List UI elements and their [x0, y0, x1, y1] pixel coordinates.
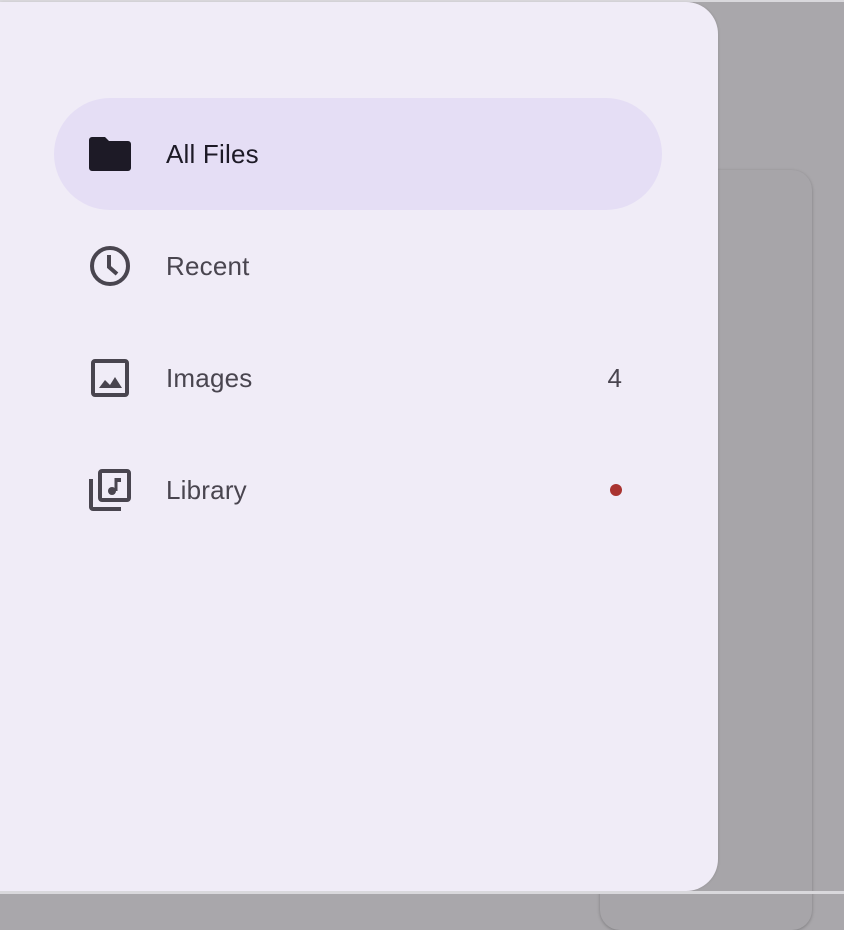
navigation-drawer: All Files Recent Images 4 Library [0, 2, 718, 891]
nav-item-library[interactable]: Library [54, 434, 662, 546]
nav-item-label: All Files [166, 138, 259, 169]
nav-item-images[interactable]: Images 4 [54, 322, 662, 434]
nav-item-label: Library [166, 474, 247, 505]
nav-list: All Files Recent Images 4 Library [54, 98, 662, 546]
clock-icon [88, 244, 132, 288]
library-music-icon [88, 468, 132, 512]
images-count-badge: 4 [607, 362, 622, 393]
folder-icon [88, 132, 132, 176]
image-icon [88, 356, 132, 400]
nav-item-label: Images [166, 362, 253, 393]
nav-item-recent[interactable]: Recent [54, 210, 662, 322]
nav-item-label: Recent [166, 250, 250, 281]
notification-dot [610, 484, 622, 496]
nav-item-all-files[interactable]: All Files [54, 98, 662, 210]
